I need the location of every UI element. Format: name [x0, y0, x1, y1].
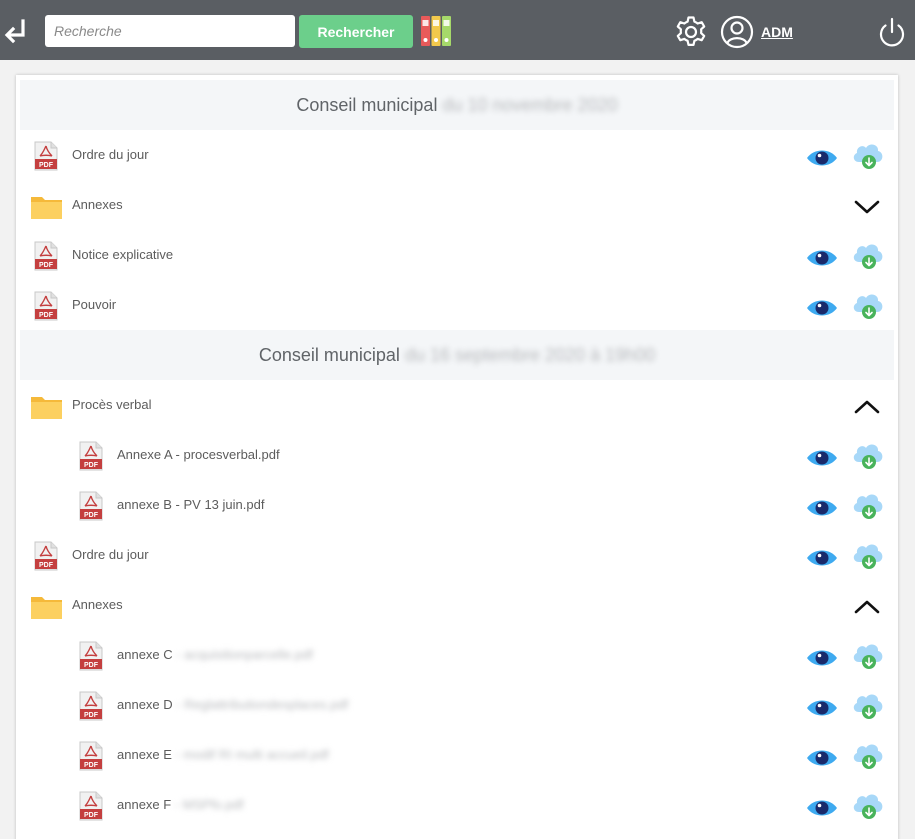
- pdf-file-icon: PDF: [79, 491, 103, 521]
- folder-row[interactable]: Annexes: [16, 580, 898, 630]
- cloud-download-icon[interactable]: [851, 691, 885, 721]
- folder-icon: [31, 197, 62, 219]
- documents-panel: Conseil municipal du 10 novembre 2020 PD…: [16, 75, 898, 839]
- cloud-download-icon[interactable]: [851, 641, 885, 671]
- svg-text:PDF: PDF: [84, 662, 99, 669]
- binders-icon[interactable]: [420, 14, 452, 48]
- document-label-visible: annexe F: [117, 797, 172, 812]
- chevron-down-icon[interactable]: [853, 197, 881, 217]
- cloud-download-icon[interactable]: [851, 241, 885, 271]
- svg-text:PDF: PDF: [39, 162, 54, 169]
- pdf-file-icon: PDF: [34, 541, 58, 571]
- svg-text:PDF: PDF: [39, 262, 54, 269]
- document-label[interactable]: Annexe A - procesverbal.pdf: [117, 447, 280, 462]
- document-row[interactable]: PDF annexe F - MSPfo.pdf: [16, 780, 898, 830]
- document-label[interactable]: Pouvoir: [72, 297, 116, 312]
- document-label-visible: annexe D: [117, 697, 173, 712]
- cloud-download-icon[interactable]: [851, 741, 885, 771]
- pdf-file-icon: PDF: [79, 741, 103, 771]
- pdf-file-icon: PDF: [79, 691, 103, 721]
- folder-icon: [31, 597, 62, 619]
- document-label-blurred: - acquisitionparcelle.pdf: [176, 647, 313, 662]
- section-title: Conseil municipal du 16 septembre 2020 à…: [20, 330, 894, 380]
- document-row[interactable]: PDF Notice explicative: [16, 230, 898, 280]
- document-row[interactable]: PDF annexe E - modif RI multi accueil.pd…: [16, 730, 898, 780]
- power-icon[interactable]: [876, 16, 908, 50]
- cloud-download-icon[interactable]: [851, 141, 885, 171]
- document-label[interactable]: annexe F - MSPfo.pdf: [117, 797, 243, 812]
- section-title-text: Conseil municipal: [296, 95, 438, 115]
- pdf-file-icon: PDF: [79, 641, 103, 671]
- document-label[interactable]: Ordre du jour: [72, 547, 149, 562]
- eye-icon[interactable]: [806, 548, 838, 568]
- cloud-download-icon[interactable]: [851, 791, 885, 821]
- document-label[interactable]: annexe B - PV 13 juin.pdf: [117, 497, 264, 512]
- chevron-up-icon[interactable]: [853, 397, 881, 417]
- search-input[interactable]: [45, 15, 295, 47]
- eye-icon[interactable]: [806, 148, 838, 168]
- section-title-date: du 16 septembre 2020 à 19h00: [404, 345, 656, 365]
- document-label-blurred: - Reglattributiondesplaces.pdf: [176, 697, 349, 712]
- svg-text:PDF: PDF: [84, 812, 99, 819]
- document-row[interactable]: [16, 830, 898, 839]
- document-label-blurred: - MSPfo.pdf: [174, 797, 244, 812]
- eye-icon[interactable]: [806, 298, 838, 318]
- eye-icon[interactable]: [806, 798, 838, 818]
- folder-icon: [31, 397, 62, 419]
- document-label-visible: annexe C: [117, 647, 173, 662]
- eye-icon[interactable]: [806, 698, 838, 718]
- cloud-download-icon[interactable]: [851, 541, 885, 571]
- eye-icon[interactable]: [806, 248, 838, 268]
- document-label-blurred: - modif RI multi accueil.pdf: [175, 747, 329, 762]
- document-row[interactable]: PDF annexe D - Reglattributiondesplaces.…: [16, 680, 898, 730]
- pdf-file-icon: PDF: [34, 291, 58, 321]
- folder-row[interactable]: Annexes: [16, 180, 898, 230]
- svg-text:PDF: PDF: [84, 712, 99, 719]
- document-label[interactable]: annexe C - acquisitionparcelle.pdf: [117, 647, 313, 662]
- document-label[interactable]: Notice explicative: [72, 247, 173, 262]
- pdf-file-icon: PDF: [34, 141, 58, 171]
- svg-text:PDF: PDF: [39, 312, 54, 319]
- folder-label[interactable]: Annexes: [72, 197, 123, 212]
- section-title-text: Conseil municipal: [258, 345, 400, 365]
- svg-text:PDF: PDF: [84, 512, 99, 519]
- document-row[interactable]: PDF Pouvoir: [16, 280, 898, 330]
- user-avatar-icon[interactable]: [720, 15, 754, 49]
- document-label[interactable]: Ordre du jour: [72, 147, 149, 162]
- search-button[interactable]: Rechercher: [299, 15, 413, 48]
- cloud-download-icon[interactable]: [851, 291, 885, 321]
- svg-text:PDF: PDF: [84, 762, 99, 769]
- cloud-download-icon[interactable]: [851, 441, 885, 471]
- document-row[interactable]: PDF annexe B - PV 13 juin.pdf: [16, 480, 898, 530]
- folder-row[interactable]: Procès verbal: [16, 380, 898, 430]
- eye-icon[interactable]: [806, 448, 838, 468]
- cloud-download-icon[interactable]: [851, 491, 885, 521]
- top-bar: Rechercher ADM: [0, 0, 915, 60]
- pdf-file-icon: PDF: [79, 791, 103, 821]
- folder-label[interactable]: Annexes: [72, 597, 123, 612]
- document-row[interactable]: PDF Ordre du jour: [16, 130, 898, 180]
- eye-icon[interactable]: [806, 648, 838, 668]
- document-row[interactable]: PDF Ordre du jour: [16, 530, 898, 580]
- document-label[interactable]: annexe D - Reglattributiondesplaces.pdf: [117, 697, 348, 712]
- document-label-visible: annexe E: [117, 747, 172, 762]
- pdf-file-icon: PDF: [79, 441, 103, 471]
- back-arrow-icon[interactable]: [3, 18, 29, 46]
- document-label[interactable]: annexe E - modif RI multi accueil.pdf: [117, 747, 329, 762]
- document-row[interactable]: PDF annexe C - acquisitionparcelle.pdf: [16, 630, 898, 680]
- eye-icon[interactable]: [806, 498, 838, 518]
- folder-label[interactable]: Procès verbal: [72, 397, 151, 412]
- pdf-file-icon: PDF: [34, 241, 58, 271]
- eye-icon[interactable]: [806, 748, 838, 768]
- settings-gear-icon[interactable]: [674, 15, 708, 49]
- document-row[interactable]: PDF Annexe A - procesverbal.pdf: [16, 430, 898, 480]
- svg-text:PDF: PDF: [84, 462, 99, 469]
- section-title: Conseil municipal du 10 novembre 2020: [20, 80, 894, 130]
- chevron-up-icon[interactable]: [853, 597, 881, 617]
- user-name-link[interactable]: ADM: [761, 24, 793, 40]
- svg-text:PDF: PDF: [39, 562, 54, 569]
- section-title-date: du 10 novembre 2020: [442, 95, 618, 115]
